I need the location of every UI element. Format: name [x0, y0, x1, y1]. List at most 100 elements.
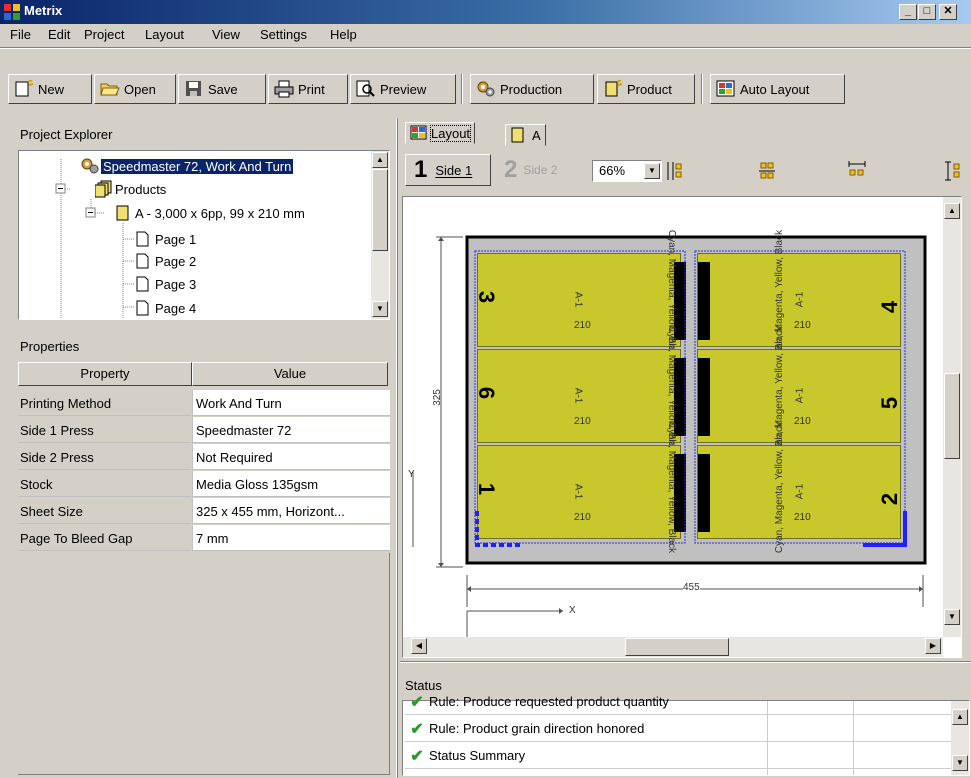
side-2-label: Side 2: [523, 163, 558, 177]
project-explorer-title: Project Explorer: [20, 127, 113, 142]
property-value[interactable]: Work And Turn: [192, 390, 390, 416]
status-row[interactable]: ✔ Status Summary: [405, 743, 951, 769]
tree-item-press[interactable]: Speedmaster 72, Work And Turn: [79, 155, 294, 177]
tree-label-page-3: Page 3: [155, 276, 197, 292]
property-value[interactable]: 7 mm: [192, 525, 390, 551]
side-1-button[interactable]: 1 Side 1: [405, 154, 491, 186]
menu-view[interactable]: View: [212, 27, 240, 42]
close-button[interactable]: ✕: [939, 4, 957, 20]
new-icon: [15, 80, 34, 97]
check-icon: ✔: [410, 693, 424, 711]
tab-a-label: A: [532, 127, 541, 143]
minimize-button[interactable]: _: [899, 4, 917, 20]
scroll-up-icon[interactable]: ▲: [952, 709, 968, 725]
canvas-hscroll-thumb[interactable]: [625, 638, 729, 656]
tree-item-page-1[interactable]: Page 1: [135, 228, 196, 250]
toolbar-separator: [461, 74, 463, 104]
menu-settings[interactable]: Settings: [260, 27, 307, 42]
tree-item-page-4[interactable]: Page 4: [135, 297, 196, 319]
product-label: Product: [627, 81, 672, 97]
tree-label-page-1: Page 1: [155, 231, 197, 247]
menu-help[interactable]: Help: [330, 27, 357, 42]
page-icon: [136, 253, 149, 269]
zoom-select[interactable]: 66% ▼: [592, 160, 662, 182]
align-vertical-icon[interactable]: [944, 160, 966, 182]
sheet-height-dimension: 325: [431, 389, 443, 406]
tree-label-page-4: Page 4: [155, 300, 197, 316]
save-button[interactable]: Save: [178, 74, 266, 104]
scroll-down-icon[interactable]: ▼: [372, 301, 388, 317]
product-button[interactable]: Product: [597, 74, 695, 104]
menu-edit[interactable]: Edit: [48, 27, 70, 42]
menu-project[interactable]: Project: [84, 27, 124, 42]
side-2-number: 2: [504, 156, 518, 183]
tree-item-page-2[interactable]: Page 2: [135, 250, 196, 272]
products-stack-icon: [95, 180, 112, 198]
preview-button[interactable]: Preview: [350, 74, 456, 104]
print-label: Print: [298, 81, 325, 97]
tree-scroll-thumb[interactable]: [372, 169, 388, 251]
page-icon: [136, 300, 149, 316]
printer-icon: [274, 80, 294, 98]
align-horizontal-icon[interactable]: [664, 160, 686, 182]
tree-item-product-a[interactable]: A - 3,000 x 6pp, 99 x 210 mm: [115, 202, 305, 224]
press-gears-icon: [81, 158, 99, 174]
menu-layout[interactable]: Layout: [145, 27, 184, 42]
menu-divider-highlight: [0, 48, 971, 49]
maximize-button[interactable]: □: [918, 4, 936, 20]
page-icon: [136, 231, 149, 247]
status-text: Rule: Produce requested product quantity: [429, 694, 669, 709]
distribute-vertical-icon[interactable]: [756, 160, 778, 182]
print-button[interactable]: Print: [268, 74, 348, 104]
property-value[interactable]: 325 x 455 mm, Horizont...: [192, 498, 390, 524]
bleed-outline: [474, 250, 907, 547]
canvas-vertical-scrollbar[interactable]: ▲ ▼: [943, 197, 961, 637]
scroll-right-icon[interactable]: ▶: [925, 638, 941, 654]
tab-layout-label: Layout: [429, 124, 472, 142]
new-button[interactable]: New: [8, 74, 92, 104]
value-column-header[interactable]: Value: [192, 362, 388, 386]
tree-scrollbar[interactable]: ▲ ▼: [371, 151, 389, 319]
check-icon: ✔: [410, 720, 424, 738]
status-splitter[interactable]: [400, 661, 971, 663]
properties-empty-area: [18, 553, 390, 775]
tab-a[interactable]: A: [505, 124, 546, 146]
auto-layout-button[interactable]: Auto Layout: [710, 74, 845, 104]
scroll-left-icon[interactable]: ◀: [411, 638, 427, 654]
chevron-down-icon[interactable]: ▼: [644, 163, 660, 179]
production-button[interactable]: Production: [470, 74, 594, 104]
status-scrollbar[interactable]: ▲ ▼: [951, 701, 969, 775]
tree-item-page-3[interactable]: Page 3: [135, 273, 196, 295]
property-value[interactable]: Media Gloss 135gsm: [192, 471, 390, 497]
scroll-down-icon[interactable]: ▼: [944, 609, 960, 625]
properties-title: Properties: [20, 339, 80, 354]
side-1-number: 1: [414, 156, 428, 183]
layout-canvas[interactable]: 325 455 Y X 3 Cyan, Magenta, Yellow, Bla…: [402, 196, 962, 658]
open-button[interactable]: Open: [94, 74, 176, 104]
distribute-horizontal-icon[interactable]: [847, 160, 869, 182]
save-disk-icon: [186, 81, 201, 96]
splitter[interactable]: [396, 118, 398, 778]
side-2-button[interactable]: 2 Side 2: [496, 154, 588, 186]
canvas-vscroll-thumb[interactable]: [944, 373, 960, 459]
canvas-horizontal-scrollbar[interactable]: ◀ ▶: [403, 637, 943, 657]
status-row[interactable]: ✔ Rule: Produce requested product quantit…: [405, 689, 951, 715]
property-value[interactable]: Speedmaster 72: [192, 417, 390, 443]
tab-layout[interactable]: Layout: [405, 122, 476, 144]
property-column-header[interactable]: Property: [18, 362, 192, 386]
zoom-value: 66%: [599, 163, 626, 178]
property-value[interactable]: Not Required: [192, 444, 390, 470]
tree-label-product-a: A - 3,000 x 6pp, 99 x 210 mm: [135, 205, 305, 221]
status-text: Rule: Product grain direction honored: [429, 721, 645, 736]
scroll-down-icon[interactable]: ▼: [952, 755, 968, 771]
tree-label-press: Speedmaster 72, Work And Turn: [101, 158, 294, 174]
tree-item-products[interactable]: Products: [95, 178, 166, 200]
status-row[interactable]: ✔ Rule: Product grain direction honored: [405, 716, 951, 742]
scroll-up-icon[interactable]: ▲: [944, 203, 960, 219]
menu-file[interactable]: File: [10, 27, 31, 42]
scroll-up-icon[interactable]: ▲: [372, 152, 388, 168]
gears-icon: [477, 81, 495, 97]
column-divider: [767, 701, 768, 775]
column-divider: [853, 701, 854, 775]
property-name: Side 2 Press: [18, 444, 191, 470]
